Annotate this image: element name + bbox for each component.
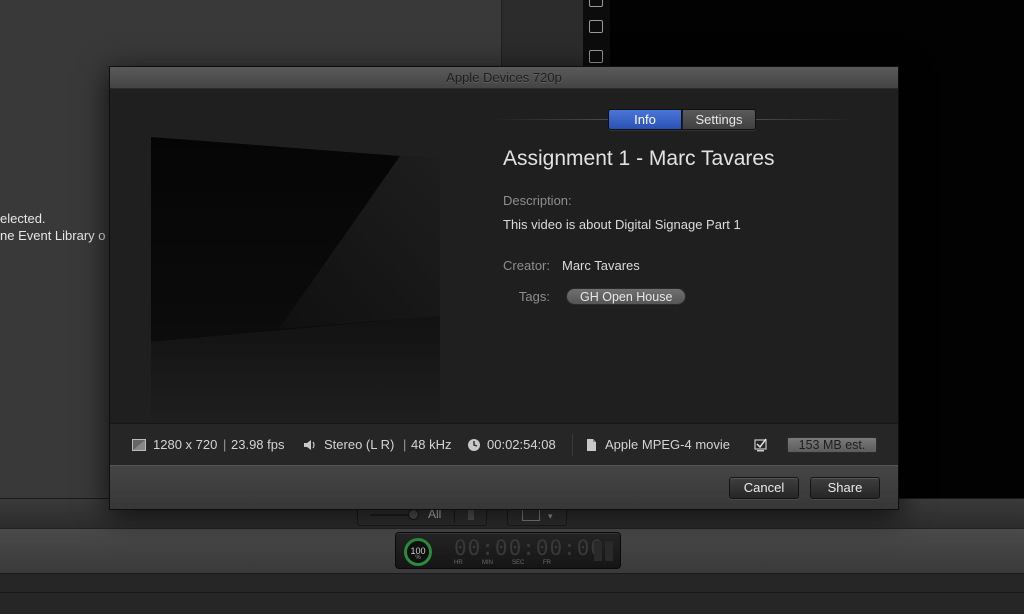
speaker-icon bbox=[304, 440, 315, 450]
toolbar-divider bbox=[454, 508, 455, 523]
trash-icon[interactable] bbox=[468, 510, 474, 520]
timeline-divider bbox=[0, 592, 1024, 593]
chevron-down-icon[interactable]: ▾ bbox=[548, 511, 553, 522]
dialog-title: Apple Devices 720p bbox=[110, 67, 898, 89]
dashboard: 100 % 00:00:00:00 HR MIN SEC FR bbox=[395, 532, 621, 569]
creator-label: Creator: bbox=[503, 258, 550, 273]
document-icon bbox=[587, 439, 596, 451]
cancel-button[interactable]: Cancel bbox=[729, 477, 799, 499]
info-separator: | bbox=[403, 437, 407, 452]
share-button[interactable]: Share bbox=[810, 477, 880, 499]
creator-field[interactable]: Marc Tavares bbox=[562, 258, 640, 273]
audio-channels-value: Stereo (L R) bbox=[324, 437, 395, 452]
info-separator: | bbox=[223, 437, 227, 452]
sample-rate-value: 48 kHz bbox=[411, 437, 452, 452]
zoom-slider-knob[interactable] bbox=[408, 509, 419, 520]
library-message-line1: elected. bbox=[0, 211, 46, 226]
timecode-label-fr: FR bbox=[543, 560, 551, 566]
timecode-display: 00:00:00:00 bbox=[454, 536, 605, 560]
project-title[interactable]: Assignment 1 - Marc Tavares bbox=[503, 147, 775, 171]
filmstrip-hole bbox=[589, 0, 603, 7]
filmstrip-hole bbox=[589, 50, 603, 63]
audio-meter-icon bbox=[594, 541, 614, 561]
tab-rule-left bbox=[490, 119, 608, 120]
gauge-unit: % bbox=[415, 555, 421, 561]
framerate-value: 23.98 fps bbox=[231, 437, 285, 452]
timecode-label-min: MIN bbox=[482, 560, 493, 566]
resolution-value: 1280 x 720 bbox=[153, 437, 218, 452]
description-field[interactable]: This video is about Digital Signage Part… bbox=[503, 217, 741, 232]
tags-label: Tags: bbox=[518, 289, 550, 304]
video-frame-icon bbox=[132, 439, 146, 451]
timecode-label-hr: HR bbox=[454, 560, 463, 566]
dialog-content: Info Settings Assignment 1 - Marc Tavare… bbox=[110, 89, 898, 427]
info-divider bbox=[572, 434, 573, 456]
clip-appearance-icon[interactable] bbox=[522, 509, 540, 521]
duration-value: 00:02:54:08 bbox=[487, 437, 556, 452]
video-preview-thumbnail bbox=[151, 137, 440, 427]
library-message-line2: ne Event Library o bbox=[0, 228, 106, 243]
tab-settings[interactable]: Settings bbox=[683, 110, 755, 129]
compatibility-check-icon[interactable] bbox=[754, 438, 768, 452]
output-info-bar: 1280 x 720 | 23.98 fps Stereo (L R) | 48… bbox=[110, 423, 898, 465]
format-value: Apple MPEG-4 movie bbox=[605, 437, 730, 452]
filmstrip bbox=[583, 0, 610, 70]
info-settings-tabs: Info Settings bbox=[608, 109, 756, 130]
clock-icon bbox=[468, 439, 480, 451]
filmstrip-hole bbox=[589, 20, 603, 33]
dialog-footer: Cancel Share bbox=[110, 465, 898, 509]
timeline-area bbox=[0, 574, 1024, 614]
file-size-estimate: 153 MB est. bbox=[787, 437, 877, 453]
timecode-label-sec: SEC bbox=[512, 560, 525, 566]
tag-token[interactable]: GH Open House bbox=[566, 288, 687, 305]
description-label: Description: bbox=[503, 193, 572, 208]
tab-rule-right bbox=[756, 119, 856, 120]
share-dialog: Apple Devices 720p Info Settings Assignm… bbox=[109, 66, 899, 510]
tab-info[interactable]: Info bbox=[609, 110, 682, 129]
background-tasks-gauge[interactable]: 100 % bbox=[404, 538, 432, 566]
